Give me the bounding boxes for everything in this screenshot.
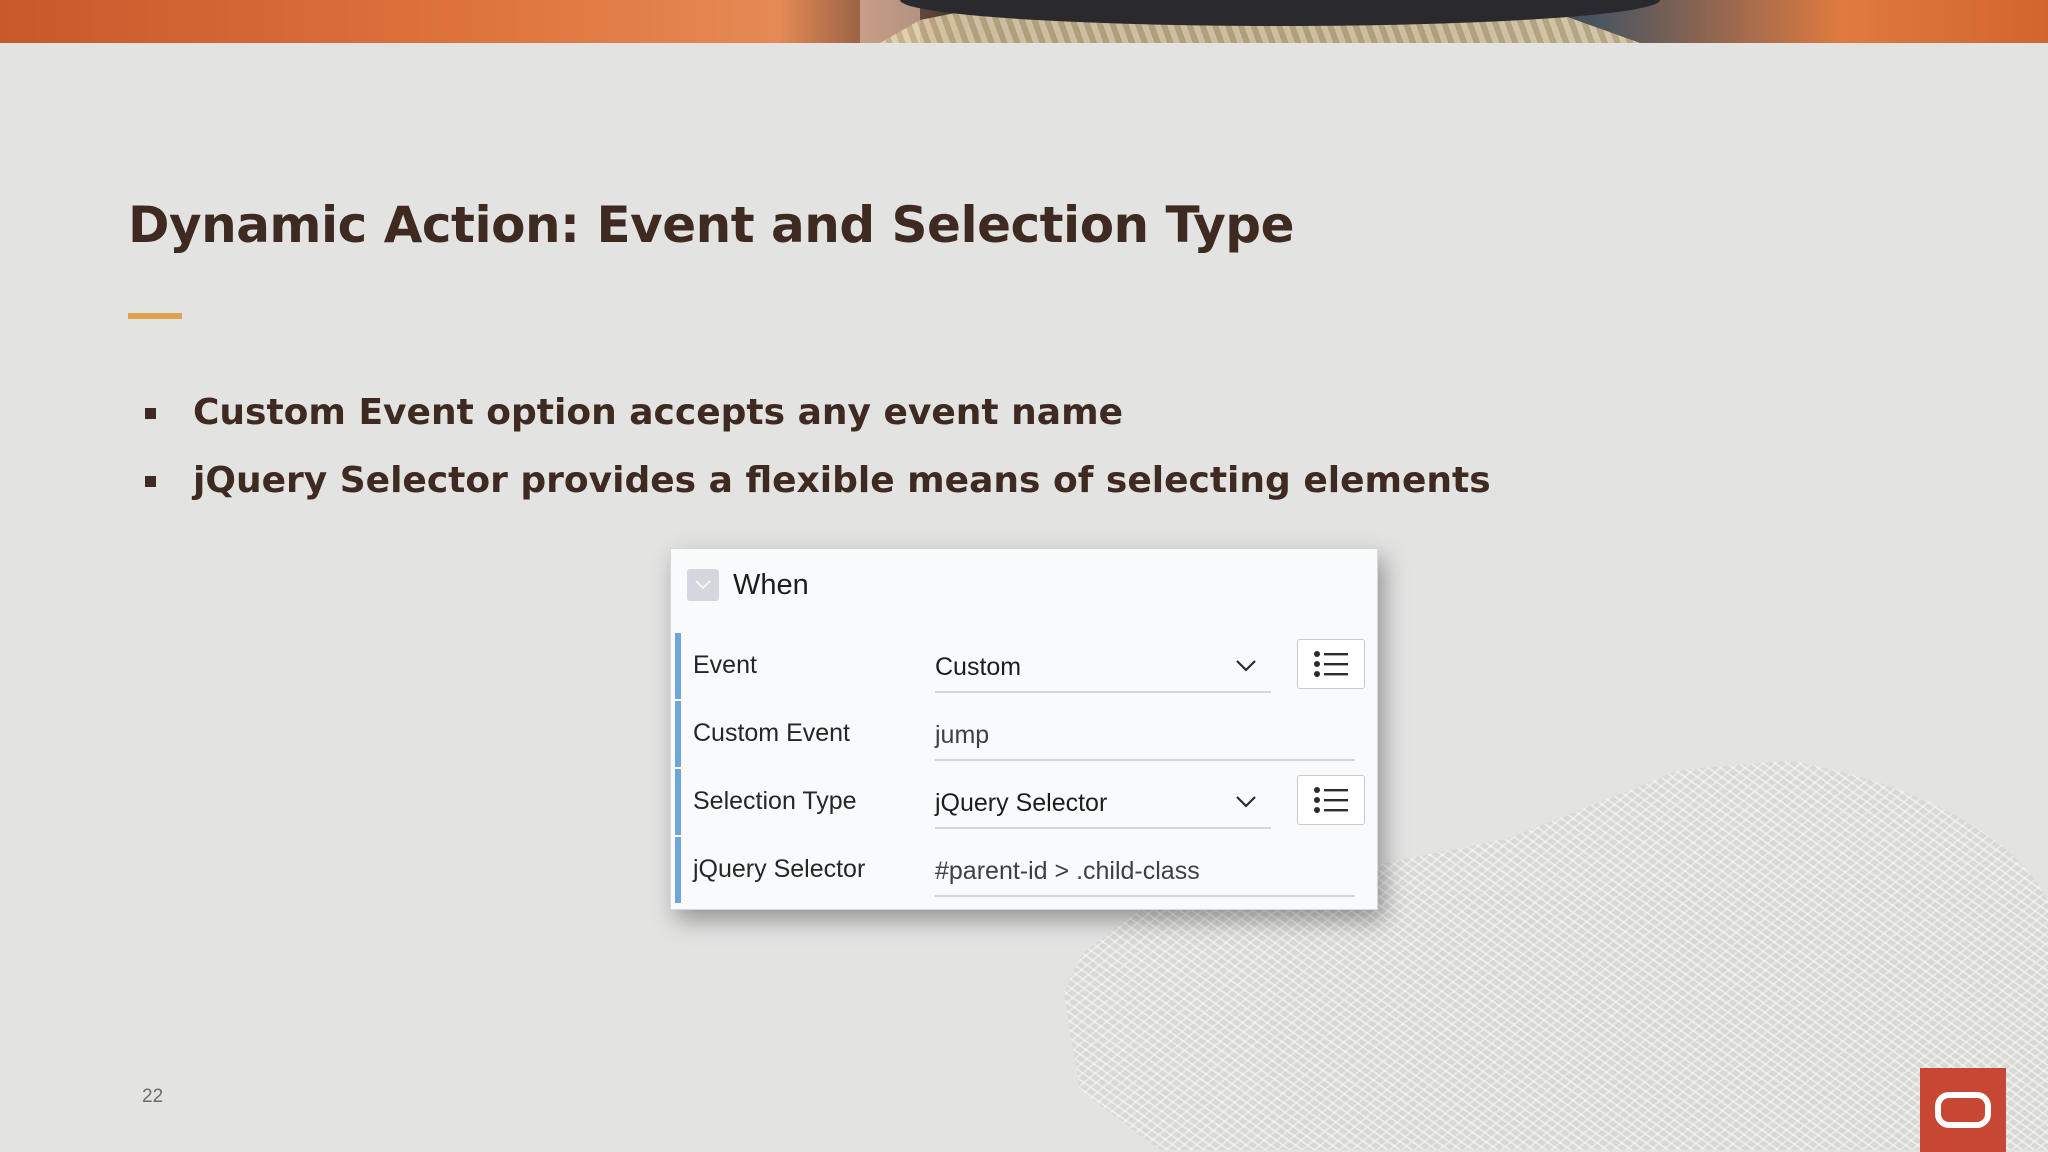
bullet-text: Custom Event option accepts any event na… bbox=[193, 392, 1124, 433]
page-number: 22 bbox=[142, 1086, 164, 1107]
selection-type-select[interactable]: jQuery Selector bbox=[935, 779, 1271, 829]
chevron-down-icon bbox=[1236, 796, 1256, 808]
custom-event-value: jump bbox=[935, 721, 990, 749]
required-indicator bbox=[675, 633, 681, 699]
jquery-selector-value: #parent-id > .child-class bbox=[935, 857, 1200, 885]
oracle-logo-icon bbox=[1935, 1092, 1991, 1128]
list-icon bbox=[1314, 787, 1348, 813]
title-accent-rule bbox=[128, 313, 182, 319]
event-list-button[interactable] bbox=[1297, 639, 1365, 689]
bullet-item: jQuery Selector provides a flexible mean… bbox=[145, 452, 1491, 520]
slide-title: Dynamic Action: Event and Selection Type bbox=[128, 196, 1295, 254]
when-panel: When Event Custom Custom Event jump Sele… bbox=[670, 548, 1378, 910]
chevron-down-icon bbox=[695, 580, 711, 590]
bullet-marker bbox=[145, 476, 156, 487]
row-event: Event Custom bbox=[675, 633, 1371, 699]
bullet-list: Custom Event option accepts any event na… bbox=[145, 384, 1491, 520]
list-icon bbox=[1314, 651, 1348, 677]
field-label-selection-type: Selection Type bbox=[693, 787, 857, 815]
field-label-event: Event bbox=[693, 651, 757, 679]
event-select[interactable]: Custom bbox=[935, 643, 1271, 693]
row-selection-type: Selection Type jQuery Selector bbox=[675, 769, 1371, 835]
chevron-down-icon bbox=[1236, 660, 1256, 672]
required-indicator bbox=[675, 769, 681, 835]
required-indicator bbox=[675, 701, 681, 767]
oracle-logo bbox=[1920, 1068, 2006, 1152]
field-label-jquery-selector: jQuery Selector bbox=[693, 855, 866, 883]
bullet-item: Custom Event option accepts any event na… bbox=[145, 384, 1491, 452]
jquery-selector-input[interactable]: #parent-id > .child-class bbox=[935, 847, 1355, 897]
top-banner bbox=[0, 0, 2048, 43]
panel-title: When bbox=[733, 568, 809, 601]
field-label-custom-event: Custom Event bbox=[693, 719, 851, 747]
row-custom-event: Custom Event jump bbox=[675, 701, 1371, 767]
event-select-value: Custom bbox=[935, 653, 1022, 681]
required-indicator bbox=[675, 837, 681, 903]
selection-type-list-button[interactable] bbox=[1297, 775, 1365, 825]
row-jquery-selector: jQuery Selector #parent-id > .child-clas… bbox=[675, 837, 1371, 903]
bullet-text: jQuery Selector provides a flexible mean… bbox=[193, 460, 1491, 501]
panel-header[interactable]: When bbox=[687, 567, 809, 603]
collapse-toggle[interactable] bbox=[687, 569, 719, 601]
selection-type-value: jQuery Selector bbox=[935, 789, 1108, 817]
custom-event-input[interactable]: jump bbox=[935, 711, 1355, 761]
bullet-marker bbox=[145, 408, 156, 419]
